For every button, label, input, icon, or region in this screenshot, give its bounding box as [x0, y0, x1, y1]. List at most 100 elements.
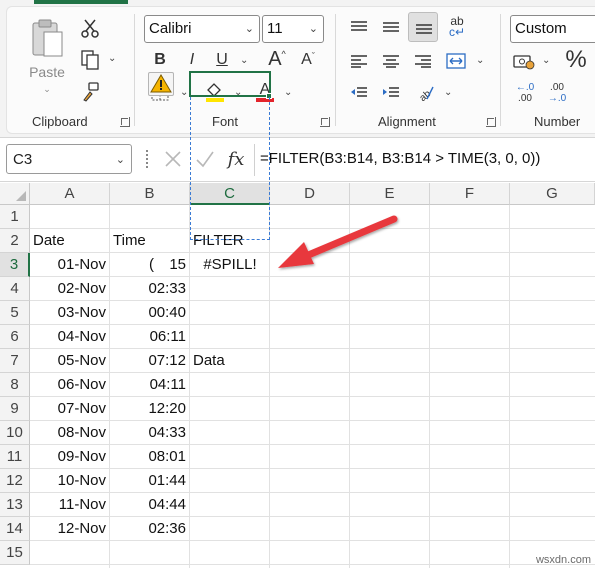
row-header-8[interactable]: 8 — [0, 373, 30, 397]
merge-center-button[interactable] — [444, 50, 468, 72]
row-header-3[interactable]: 3 — [0, 253, 30, 277]
cell-b4[interactable]: 02:33 — [110, 277, 190, 301]
cell-a14[interactable]: 12-Nov — [30, 517, 110, 541]
cell-b11[interactable]: 08:01 — [110, 445, 190, 469]
cell-b2[interactable]: Time — [110, 229, 190, 253]
row-header-2[interactable]: 2 — [0, 229, 30, 253]
row-header-6[interactable]: 6 — [0, 325, 30, 349]
cell-c3[interactable]: #SPILL! — [190, 253, 270, 277]
cell-b10[interactable]: 04:33 — [110, 421, 190, 445]
align-right-button[interactable] — [412, 50, 434, 72]
align-middle-button[interactable] — [380, 16, 402, 38]
cell-b7[interactable]: 07:12 — [110, 349, 190, 373]
cell-a12[interactable]: 10-Nov — [30, 469, 110, 493]
cell-b5[interactable]: 00:40 — [110, 301, 190, 325]
shrink-font-button[interactable]: Aˇ — [298, 50, 318, 70]
row-header-14[interactable]: 14 — [0, 517, 30, 541]
column-header-e[interactable]: E — [350, 183, 430, 205]
error-check-button[interactable] — [148, 72, 174, 96]
orientation-button[interactable]: ab — [414, 80, 436, 104]
align-top-button[interactable] — [348, 16, 370, 38]
merge-icon — [446, 53, 466, 69]
cell-a5[interactable]: 03-Nov — [30, 301, 110, 325]
cell-a10[interactable]: 08-Nov — [30, 421, 110, 445]
clipboard-group-label: Clipboard — [32, 114, 88, 129]
font-launcher-icon[interactable] — [320, 117, 330, 127]
chevron-down-icon[interactable]: ⌄ — [444, 87, 452, 98]
row-header-13[interactable]: 13 — [0, 493, 30, 517]
row-header-10[interactable]: 10 — [0, 421, 30, 445]
decrease-indent-button[interactable] — [348, 82, 370, 104]
format-painter-button[interactable] — [78, 80, 102, 104]
number-format-select[interactable]: Custom — [510, 15, 595, 43]
cell-a4[interactable]: 02-Nov — [30, 277, 110, 301]
cell-b9[interactable]: 12:20 — [110, 397, 190, 421]
align-bottom-button[interactable] — [408, 12, 438, 42]
increase-decimal-button[interactable]: ←.0.00 — [512, 80, 538, 106]
cell-a7[interactable]: 05-Nov — [30, 349, 110, 373]
cell-a2[interactable]: Date — [30, 229, 110, 253]
column-header-f[interactable]: F — [430, 183, 510, 205]
cancel-button[interactable] — [160, 146, 186, 172]
column-header-g[interactable]: G — [510, 183, 595, 205]
italic-button[interactable]: I — [182, 50, 202, 70]
shrink-font-label: A — [301, 51, 312, 68]
chevron-down-icon[interactable]: ⌄ — [180, 87, 188, 98]
row-header-4[interactable]: 4 — [0, 277, 30, 301]
clipboard-launcher-icon[interactable] — [120, 117, 130, 127]
cell-c7[interactable]: Data — [190, 349, 270, 373]
underline-button[interactable]: U — [212, 50, 232, 70]
chevron-down-icon[interactable]: ⌄ — [240, 55, 248, 66]
cell-b13[interactable]: 04:44 — [110, 493, 190, 517]
row-header-15[interactable]: 15 — [0, 541, 30, 565]
row-header-7[interactable]: 7 — [0, 349, 30, 373]
align-top-icon — [351, 21, 367, 31]
chevron-down-icon[interactable]: ⌄ — [108, 53, 116, 64]
column-header-d[interactable]: D — [270, 183, 350, 205]
row-header-11[interactable]: 11 — [0, 445, 30, 469]
chevron-down-icon[interactable]: ⌄ — [476, 55, 484, 66]
name-box[interactable]: C3 ⌄ — [6, 144, 132, 174]
column-header-a[interactable]: A — [30, 183, 110, 205]
row-header-12[interactable]: 12 — [0, 469, 30, 493]
worksheet-grid[interactable]: A B C D E F G 1 2 3 4 5 6 7 8 9 10 11 12 13 14 15 Date Time FILT… — [0, 183, 595, 568]
font-name-select[interactable]: Calibri ⌄ — [144, 15, 260, 43]
cut-button[interactable] — [78, 16, 102, 40]
select-all-button[interactable] — [0, 183, 30, 205]
accounting-format-button[interactable] — [512, 50, 536, 72]
wrap-text-button[interactable]: ab c↵ — [446, 14, 468, 40]
font-size-select[interactable]: 11 ⌄ — [262, 15, 324, 43]
alignment-launcher-icon[interactable] — [486, 117, 496, 127]
name-box-value: C3 — [13, 151, 33, 168]
row-header-1[interactable]: 1 — [0, 205, 30, 229]
cell-b8[interactable]: 04:11 — [110, 373, 190, 397]
chevron-down-icon[interactable]: ⌄ — [284, 87, 292, 98]
cell-b14[interactable]: 02:36 — [110, 517, 190, 541]
align-center-button[interactable] — [380, 50, 402, 72]
column-header-b[interactable]: B — [110, 183, 190, 205]
cell-a6[interactable]: 04-Nov — [30, 325, 110, 349]
formula-input[interactable]: =FILTER(B3:B14, B3:B14 > TIME(3, 0, 0)) — [260, 150, 540, 167]
percent-style-button[interactable]: % — [562, 46, 590, 74]
chevron-down-icon[interactable]: ⌄ — [542, 55, 550, 66]
formula-bar-grip[interactable] — [146, 150, 150, 168]
bold-button[interactable]: B — [150, 50, 170, 70]
cell-b12[interactable]: 01:44 — [110, 469, 190, 493]
cell-b6[interactable]: 06:11 — [110, 325, 190, 349]
cell-b3-tail[interactable]: 15 — [110, 253, 190, 277]
cell-a11[interactable]: 09-Nov — [30, 445, 110, 469]
cell-a9[interactable]: 07-Nov — [30, 397, 110, 421]
row-header-5[interactable]: 5 — [0, 301, 30, 325]
cell-a3[interactable]: 01-Nov — [30, 253, 110, 277]
grow-font-button[interactable]: A ^ — [266, 48, 288, 70]
paste-button[interactable]: Paste ⌄ — [22, 14, 72, 98]
increase-indent-button[interactable] — [380, 82, 402, 104]
align-left-button[interactable] — [348, 50, 370, 72]
row-header-9[interactable]: 9 — [0, 397, 30, 421]
decrease-decimal-button[interactable]: .00 →.0 — [544, 80, 570, 106]
cell-a13[interactable]: 11-Nov — [30, 493, 110, 517]
chevron-down-icon: ⌄ — [244, 23, 254, 35]
cell-a8[interactable]: 06-Nov — [30, 373, 110, 397]
align-right-icon — [415, 55, 431, 68]
copy-button[interactable] — [78, 48, 102, 72]
